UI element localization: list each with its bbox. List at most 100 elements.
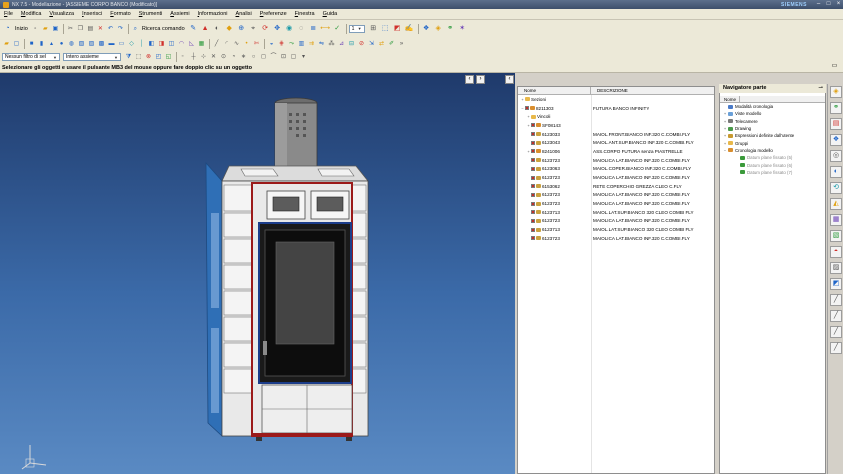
part-name-cell[interactable]: −8211303: [518, 106, 591, 111]
part-name-cell[interactable]: + Sezioni: [518, 97, 591, 102]
measure-icon[interactable]: ⟷: [320, 23, 331, 34]
hd3d-tools-tab-icon[interactable]: ◎: [830, 150, 842, 162]
select-all-icon[interactable]: ⬚: [134, 53, 143, 62]
move-face-icon[interactable]: ⇲: [367, 40, 376, 49]
copy-icon[interactable]: ❐: [76, 24, 85, 33]
visibility-checkbox[interactable]: [531, 184, 535, 189]
navigator-node[interactable]: Datum plane fissato (7): [720, 169, 825, 176]
visibility-checkbox[interactable]: [531, 201, 535, 206]
mesh-icon[interactable]: ⋕: [277, 40, 286, 49]
menu-edit[interactable]: Modifica: [17, 11, 46, 17]
menu-analysis[interactable]: Analisi: [232, 11, 256, 17]
pattern-icon[interactable]: ⁂: [327, 40, 336, 49]
cue-line-options-icon[interactable]: ▭: [826, 62, 843, 72]
section-icon[interactable]: ◩: [392, 23, 403, 34]
part-list-row[interactable]: + SF08143: [518, 121, 714, 130]
point-icon[interactable]: •: [242, 40, 251, 49]
feature-icon[interactable]: ◆: [224, 23, 235, 34]
menu-assemblies[interactable]: Assiemi: [166, 11, 193, 17]
layer-icon[interactable]: ≣: [308, 23, 319, 34]
start-icon[interactable]: ◔: [2, 23, 13, 34]
visibility-checkbox[interactable]: [531, 140, 535, 145]
paste-icon[interactable]: ▤: [86, 24, 95, 33]
cylinder-icon[interactable]: ▮: [37, 40, 46, 49]
system-materials-tab-icon[interactable]: ◭: [830, 198, 842, 210]
intersect-icon[interactable]: ◫: [167, 40, 176, 49]
panel-arrow-left-icon[interactable]: ‹: [505, 75, 514, 84]
reuse-library-tab-icon[interactable]: ❖: [830, 134, 842, 146]
part-list-row[interactable]: 6123723 MAIOLICA LAT.BIANCO INF.320 C.COM…: [518, 156, 714, 165]
process-studio-tab-icon[interactable]: ▦: [830, 214, 842, 226]
navigator-column-name[interactable]: Nome: [720, 96, 740, 102]
close-button[interactable]: ×: [834, 1, 843, 8]
navigator-node[interactable]: + Drawing: [720, 125, 825, 132]
extra-tab-icon-1[interactable]: ╱: [830, 294, 842, 306]
open-folder-icon[interactable]: ▰: [41, 24, 50, 33]
unite-icon[interactable]: ◧: [147, 40, 156, 49]
navigator-node[interactable]: + Telecamere: [720, 118, 825, 125]
command-finder-label[interactable]: Ricerca comando: [142, 26, 185, 32]
rotate-icon[interactable]: ⟳: [260, 23, 271, 34]
check-icon[interactable]: ✓: [332, 23, 343, 34]
navigator-node[interactable]: + Gruppi: [720, 139, 825, 146]
trim-body-icon[interactable]: ⊟: [347, 40, 356, 49]
collapse-left-arrow-icon[interactable]: ‹: [465, 75, 474, 84]
snap-existing-icon[interactable]: ∗: [239, 53, 248, 62]
visibility-checkbox[interactable]: [531, 175, 535, 180]
slot-icon[interactable]: ▬: [107, 40, 116, 49]
navigator-node[interactable]: Datum plane fissato (5): [720, 154, 825, 161]
zoom-icon[interactable]: ⌖: [248, 23, 259, 34]
pin-icon[interactable]: ⊸: [818, 84, 823, 93]
sketch-icon[interactable]: ✎: [188, 23, 199, 34]
navigator-node[interactable]: − Cronologia modello: [720, 147, 825, 154]
undo-icon[interactable]: ↶: [106, 24, 115, 33]
menu-insert[interactable]: Inserisci: [78, 11, 106, 17]
fit-view-icon[interactable]: ⊕: [236, 23, 247, 34]
blend-icon[interactable]: ◠: [177, 40, 186, 49]
arc-icon[interactable]: ◜: [222, 40, 231, 49]
assembly-navigator-tab-icon[interactable]: ◈: [830, 86, 842, 98]
cone-icon[interactable]: ▴: [47, 40, 56, 49]
part-list-row[interactable]: 6123723 MAIOLICA LAT.BIANCO INF.320 C.COM…: [518, 199, 714, 208]
thicken-icon[interactable]: ▥: [297, 40, 306, 49]
extra-tab-icon-3[interactable]: ╱: [830, 326, 842, 338]
part-list-row[interactable]: −8211303 FUTURA BANCO INFINITY: [518, 104, 714, 113]
snap-endpoint-icon[interactable]: ╴: [179, 53, 188, 62]
part-name-cell[interactable]: 6123723: [518, 218, 591, 223]
part-list-row[interactable]: + Sezioni: [518, 95, 714, 104]
part-list-row[interactable]: 6123723 MAIOLICA LAT.BIANCO INF.320 C.COM…: [518, 173, 714, 182]
part-list-row[interactable]: 6153062 RETE COPERCHIO GREZZA CLEO C.FLY: [518, 182, 714, 191]
extra-tab-icon-4[interactable]: ╱: [830, 342, 842, 354]
snap-intersection-icon[interactable]: ✕: [209, 53, 218, 62]
folder-icon[interactable]: ▰: [2, 40, 11, 49]
part-navigator-tab-icon[interactable]: ▤: [830, 118, 842, 130]
menu-preferences[interactable]: Preferenze: [256, 11, 291, 17]
navigator-node[interactable]: + Espressioni definite dall'utente: [720, 132, 825, 139]
menu-help[interactable]: Guida: [319, 11, 342, 17]
part-list-row[interactable]: +8241006 ASS.CORPO FUTURA senza PIASTRELL…: [518, 147, 714, 156]
view-orient-icon[interactable]: ⬚: [380, 23, 391, 34]
part-list-row[interactable]: + Vincoli: [518, 112, 714, 121]
part-list-row[interactable]: 6123723 MAIOLICA LAT.BIANCO INF.320 C.COM…: [518, 217, 714, 226]
snap-control-icon[interactable]: ⊹: [199, 53, 208, 62]
part-name-cell[interactable]: 6123713: [518, 210, 591, 215]
part-list-row[interactable]: 6123713 MAIOL.LAT.SUP.BIANCO 320 CLEO COM…: [518, 208, 714, 217]
line-icon[interactable]: ╱: [212, 40, 221, 49]
constraint-icon[interactable]: ⚭: [445, 23, 456, 34]
snap-curve-icon[interactable]: ⌒: [269, 53, 278, 62]
system-scenes-tab-icon[interactable]: ▨: [830, 262, 842, 274]
part-name-cell[interactable]: 6123713: [518, 227, 591, 232]
new-file-icon[interactable]: ▫: [31, 24, 40, 33]
datum-axis-icon[interactable]: │: [137, 40, 146, 49]
zoom-select[interactable]: 1 ▼: [348, 24, 365, 33]
part-list-row[interactable]: 6123723 MAIOLICA LAT.BIANCO INF.320 C.COM…: [518, 191, 714, 200]
menu-view[interactable]: Visualizza: [45, 11, 78, 17]
sweep-icon[interactable]: ⤳: [287, 40, 296, 49]
draft-icon[interactable]: ⊿: [337, 40, 346, 49]
part-list-row[interactable]: 6123043 MAIOL.ANT.SUP.BIANCO INF.320 C.CO…: [518, 138, 714, 147]
part-name-cell[interactable]: 6123723: [518, 236, 591, 241]
navigator-column-extra[interactable]: [740, 96, 744, 102]
scope-filter-select[interactable]: Intero assieme ▼: [63, 53, 121, 61]
start-menu-label[interactable]: Inizio: [15, 26, 28, 32]
visibility-checkbox[interactable]: [531, 149, 535, 154]
